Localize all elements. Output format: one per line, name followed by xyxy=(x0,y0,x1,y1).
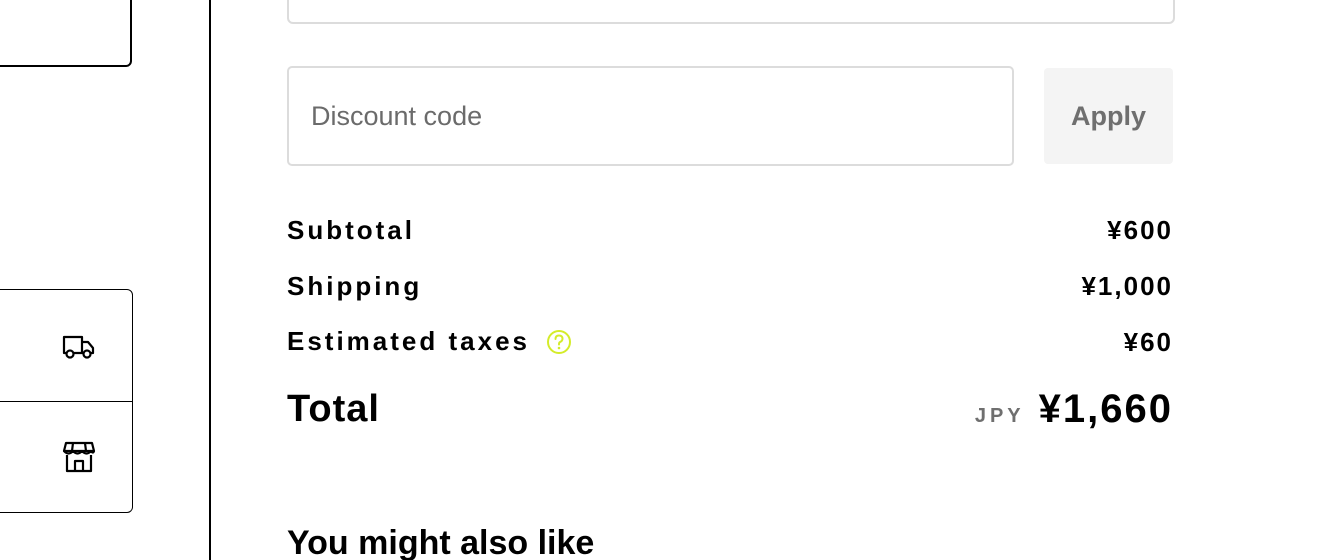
previous-field[interactable] xyxy=(287,0,1175,24)
store-icon xyxy=(61,439,97,475)
taxes-value: ¥60 xyxy=(1123,326,1173,357)
subtotal-row: Subtotal ¥600 xyxy=(287,212,1173,248)
total-currency: JPY xyxy=(974,404,1025,427)
shipping-label: Shipping xyxy=(287,270,423,301)
column-divider xyxy=(209,0,211,560)
total-row: Total JPY ¥1,660 xyxy=(287,384,1173,434)
shipping-row: Shipping ¥1,000 xyxy=(287,268,1173,304)
total-value: ¥1,660 xyxy=(1038,386,1173,431)
delivery-option-ship[interactable] xyxy=(0,290,132,401)
total-label: Total xyxy=(287,387,380,430)
question-circle-icon[interactable] xyxy=(546,329,572,355)
total-amount: JPY ¥1,660 xyxy=(975,387,1173,432)
taxes-row: Estimated taxes ¥60 xyxy=(287,324,1173,360)
apply-discount-button[interactable]: Apply xyxy=(1044,68,1173,164)
discount-code-input[interactable] xyxy=(287,66,1014,166)
delivery-method-options xyxy=(0,289,133,513)
taxes-label-group: Estimated taxes xyxy=(287,326,572,359)
left-panel-box xyxy=(0,0,132,67)
delivery-option-pickup[interactable] xyxy=(0,401,132,512)
checkout-page: Apply Subtotal ¥600 Shipping ¥1,000 Esti… xyxy=(0,0,1328,560)
subtotal-label: Subtotal xyxy=(287,214,415,245)
recommendations-heading: You might also like xyxy=(287,524,595,560)
shipping-value: ¥1,000 xyxy=(1081,270,1173,301)
truck-icon xyxy=(61,328,97,364)
taxes-label: Estimated taxes xyxy=(287,325,530,356)
subtotal-value: ¥600 xyxy=(1107,214,1173,245)
